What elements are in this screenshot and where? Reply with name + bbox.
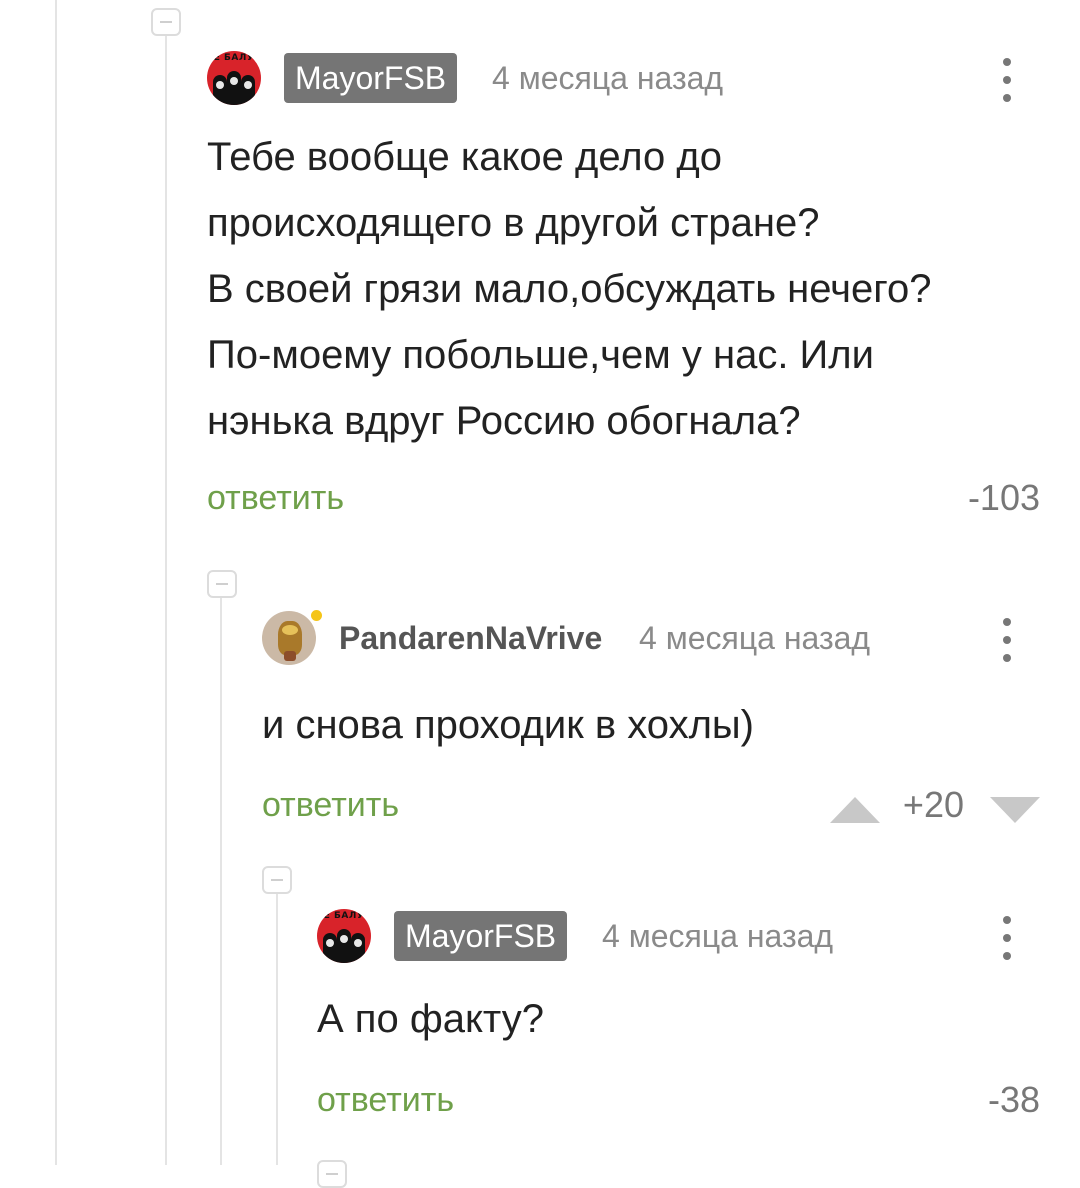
rating-score: -103 [967, 477, 1040, 518]
comment-text: А по факту? [317, 986, 1040, 1052]
downvote-arrow-icon[interactable] [990, 797, 1040, 823]
comment: Е БАЛУ MayorFSB 4 месяца назад Тебе вооб… [207, 48, 1040, 528]
username-badge[interactable]: MayorFSB [284, 53, 458, 103]
collapse-toggle[interactable] [262, 866, 292, 894]
reply-link[interactable]: ответить [207, 468, 344, 528]
comment-text: и снова проходик в хохлы) [262, 692, 1040, 758]
reply-link[interactable]: ответить [317, 1070, 454, 1130]
comment-text-line: и снова проходик в хохлы) [262, 703, 754, 747]
upvote-arrow-icon[interactable] [830, 797, 880, 823]
username-badge[interactable]: MayorFSB [394, 911, 568, 961]
more-options-icon[interactable] [1000, 58, 1014, 102]
comment-text-line: нэнька вдруг Россию обогнала? [207, 399, 801, 443]
thread-line [220, 598, 222, 1165]
more-options-icon[interactable] [1000, 916, 1014, 960]
collapse-toggle[interactable] [317, 1160, 347, 1188]
comment-footer: ответить -103 [207, 468, 1040, 528]
comment-text-line: происходящего в другой стране? [207, 201, 820, 245]
comment-text: Тебе вообще какое дело до происходящего … [207, 124, 1040, 454]
comment-header: Е БАЛУ MayorFSB 4 месяца назад [317, 906, 1040, 966]
user-avatar[interactable]: Е БАЛУ [317, 909, 371, 963]
rating-score: +20 [902, 784, 964, 825]
comment-footer: ответить -38 [317, 1070, 1040, 1130]
rating-score: -38 [987, 1079, 1040, 1120]
user-avatar[interactable]: Е БАЛУ [207, 51, 261, 105]
timestamp: 4 месяца назад [639, 620, 871, 656]
comment-footer: ответить +20 [262, 775, 1040, 835]
avatar-lettering: Е БАЛУ [213, 53, 255, 63]
thread-line [276, 894, 278, 1165]
collapse-toggle[interactable] [151, 8, 181, 36]
comment: PandarenNaVrive 4 месяца назад и снова п… [262, 608, 1040, 835]
comment: Е БАЛУ MayorFSB 4 месяца назад А по факт… [317, 906, 1040, 1130]
avatar-lettering: Е БАЛУ [323, 911, 365, 921]
comment-text-line: Тебе вообще какое дело до [207, 135, 722, 179]
more-options-icon[interactable] [1000, 618, 1014, 662]
username-link[interactable]: PandarenNaVrive [339, 613, 602, 663]
thread-line [55, 0, 57, 1165]
comment-text-line: В своей грязи мало,обсуждать нечего? [207, 267, 932, 311]
online-status-icon [309, 608, 324, 623]
timestamp: 4 месяца назад [602, 918, 834, 954]
reply-link[interactable]: ответить [262, 775, 399, 835]
comment-text-line: По-моему побольше,чем у нас. Или [207, 333, 874, 377]
user-avatar[interactable] [262, 611, 316, 665]
comment-text-line: А по факту? [317, 997, 544, 1041]
comment-header: PandarenNaVrive 4 месяца назад [262, 608, 1040, 668]
timestamp: 4 месяца назад [492, 60, 724, 96]
thread-line [165, 36, 167, 1165]
comment-header: Е БАЛУ MayorFSB 4 месяца назад [207, 48, 1040, 108]
collapse-toggle[interactable] [207, 570, 237, 598]
